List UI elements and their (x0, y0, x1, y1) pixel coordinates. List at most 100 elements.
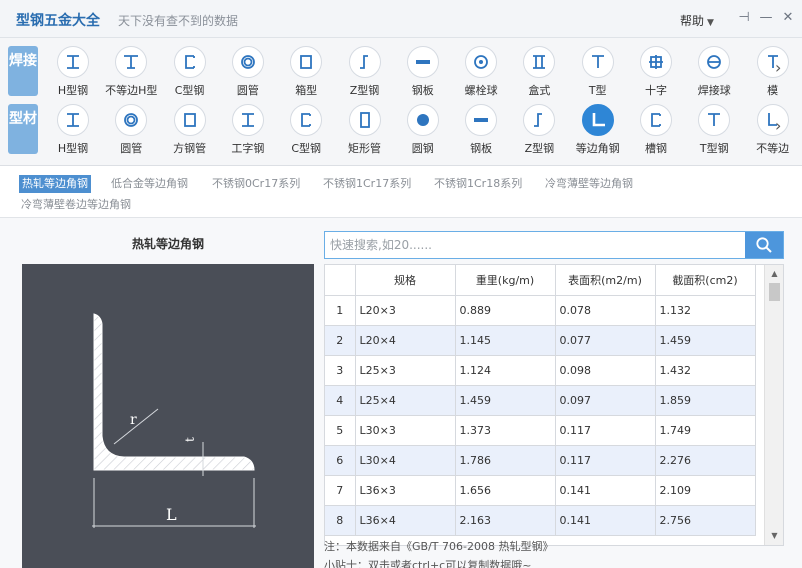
table-cell[interactable]: 2.276 (655, 445, 756, 476)
table-row[interactable]: 8 L36×4 2.163 0.141 2.756 (325, 505, 756, 536)
table-cell[interactable]: 2.109 (655, 475, 756, 506)
category-equal-angle[interactable]: 等边角钢 (569, 100, 627, 158)
table-cell[interactable]: 1.373 (455, 415, 556, 446)
table-cell[interactable]: L30×3 (355, 415, 456, 446)
category-steel-plate[interactable]: 钢板 (394, 42, 452, 100)
scroll-up-icon[interactable]: ▲ (765, 267, 783, 281)
table-cell[interactable]: 0.078 (555, 295, 656, 326)
table-cell[interactable]: L36×3 (355, 475, 456, 506)
table-cell[interactable]: 0.117 (555, 445, 656, 476)
table-row[interactable]: 2 L20×4 1.145 0.077 1.459 (325, 325, 756, 356)
category-round-pipe[interactable]: 圆管 (102, 100, 160, 158)
table-cell[interactable]: L36×4 (355, 505, 456, 536)
header-spec[interactable]: 规格 (355, 265, 456, 296)
category-round-pipe[interactable]: 圆管 (219, 42, 277, 100)
header-surface-area[interactable]: 表面积(m2/m) (555, 265, 656, 296)
row-index[interactable]: 3 (325, 355, 356, 386)
category-box-type[interactable]: 盒式 (510, 42, 568, 100)
table-row[interactable]: 6 L30×4 1.786 0.117 2.276 (325, 445, 756, 476)
row-index[interactable]: 1 (325, 295, 356, 326)
subtab-cold-formed-lipped-angle[interactable]: 冷弯薄壁卷边等边角钢 (21, 196, 131, 214)
category-h-beam[interactable]: H型钢 (44, 100, 102, 158)
row-index[interactable]: 7 (325, 475, 356, 506)
table-cell[interactable]: 1.124 (455, 355, 556, 386)
table-cell[interactable]: 1.786 (455, 445, 556, 476)
search-input[interactable] (325, 232, 745, 258)
category-steel-plate[interactable]: 钢板 (452, 100, 510, 158)
table-row[interactable]: 1 L20×3 0.889 0.078 1.132 (325, 295, 756, 326)
category-c-channel[interactable]: C型钢 (161, 42, 219, 100)
subtab-hot-rolled-equal-angle[interactable]: 热轧等边角钢 (19, 175, 91, 193)
square-tube-icon (173, 104, 206, 136)
table-cell[interactable]: 0.077 (555, 325, 656, 356)
table-cell[interactable]: 0.117 (555, 415, 656, 446)
header-weight[interactable]: 重里(kg/m) (455, 265, 556, 296)
category-welded-ball[interactable]: 焊接球 (685, 42, 743, 100)
category-t-steel[interactable]: T型钢 (685, 100, 743, 158)
subtab-stainless-1cr18[interactable]: 不锈钢1Cr18系列 (434, 175, 522, 193)
table-scrollbar[interactable]: ▲ ▼ (764, 265, 783, 545)
row-index[interactable]: 2 (325, 325, 356, 356)
row-index[interactable]: 6 (325, 445, 356, 476)
category-channel[interactable]: 槽钢 (627, 100, 685, 158)
category-square-tube[interactable]: 方钢管 (161, 100, 219, 158)
pin-icon[interactable]: ⊣ (734, 8, 754, 28)
category-z-section[interactable]: Z型钢 (510, 100, 568, 158)
subtab-low-alloy-equal-angle[interactable]: 低合金等边角钢 (111, 175, 188, 193)
table-cell[interactable]: 2.756 (655, 505, 756, 536)
category-c-channel[interactable]: C型钢 (277, 100, 335, 158)
category-t-section[interactable]: T型 (569, 42, 627, 100)
table-cell[interactable]: 1.459 (455, 385, 556, 416)
table-cell[interactable]: 0.098 (555, 355, 656, 386)
subtab-stainless-0cr17[interactable]: 不锈钢0Cr17系列 (212, 175, 300, 193)
table-cell[interactable]: 1.432 (655, 355, 756, 386)
table-cell[interactable]: 1.132 (655, 295, 756, 326)
scroll-down-icon[interactable]: ▼ (765, 529, 783, 543)
category-cross-section[interactable]: 十字 (627, 42, 685, 100)
table-cell[interactable]: 1.145 (455, 325, 556, 356)
table-cell[interactable]: 2.163 (455, 505, 556, 536)
table-row[interactable]: 7 L36×3 1.656 0.141 2.109 (325, 475, 756, 506)
category-round-bar[interactable]: 圆钢 (394, 100, 452, 158)
search-button[interactable] (745, 232, 783, 258)
table-cell[interactable]: 0.141 (555, 475, 656, 506)
table-cell[interactable]: L25×3 (355, 355, 456, 386)
scroll-right-icon[interactable]: › (775, 58, 787, 78)
table-cell[interactable]: L20×3 (355, 295, 456, 326)
category-module[interactable]: 模 (744, 42, 802, 100)
table-row[interactable]: 3 L25×3 1.124 0.098 1.432 (325, 355, 756, 386)
category-h-beam[interactable]: H型钢 (44, 42, 102, 100)
table-cell[interactable]: 1.859 (655, 385, 756, 416)
table-cell[interactable]: L20×4 (355, 325, 456, 356)
table-cell[interactable]: L30×4 (355, 445, 456, 476)
row-index[interactable]: 8 (325, 505, 356, 536)
row-index[interactable]: 4 (325, 385, 356, 416)
category-i-beam[interactable]: 工字钢 (219, 100, 277, 158)
table-cell[interactable]: 0.097 (555, 385, 656, 416)
table-cell[interactable]: 1.656 (455, 475, 556, 506)
category-unequal-angle[interactable]: 不等边 (744, 100, 802, 158)
scroll-thumb[interactable] (769, 283, 780, 301)
table-cell[interactable]: 0.141 (555, 505, 656, 536)
minimize-icon[interactable]: — (756, 8, 776, 28)
row-index[interactable]: 5 (325, 415, 356, 446)
category-bolt-ball[interactable]: 螺栓球 (452, 42, 510, 100)
help-menu[interactable]: 帮助 ▼ (680, 12, 714, 29)
category-rect-tube[interactable]: 矩形管 (336, 100, 394, 158)
cross-section-icon (640, 46, 672, 78)
subtab-cold-formed-equal-angle[interactable]: 冷弯薄壁等边角钢 (545, 175, 633, 193)
table-row[interactable]: 4 L25×4 1.459 0.097 1.859 (325, 385, 756, 416)
table-cell[interactable]: 1.749 (655, 415, 756, 446)
table-cell[interactable]: 1.459 (655, 325, 756, 356)
header-section-area[interactable]: 截面积(cm2) (655, 265, 756, 296)
close-icon[interactable]: ✕ (778, 8, 798, 28)
c-channel-icon (290, 104, 323, 136)
category-z-section[interactable]: Z型钢 (336, 42, 394, 100)
category-unequal-h-beam[interactable]: 不等边H型 (102, 42, 160, 100)
scroll-right-icon[interactable]: › (775, 116, 787, 136)
subtab-stainless-1cr17[interactable]: 不锈钢1Cr17系列 (323, 175, 411, 193)
table-cell[interactable]: L25×4 (355, 385, 456, 416)
category-box-section[interactable]: 箱型 (277, 42, 335, 100)
table-row[interactable]: 5 L30×3 1.373 0.117 1.749 (325, 415, 756, 446)
table-cell[interactable]: 0.889 (455, 295, 556, 326)
